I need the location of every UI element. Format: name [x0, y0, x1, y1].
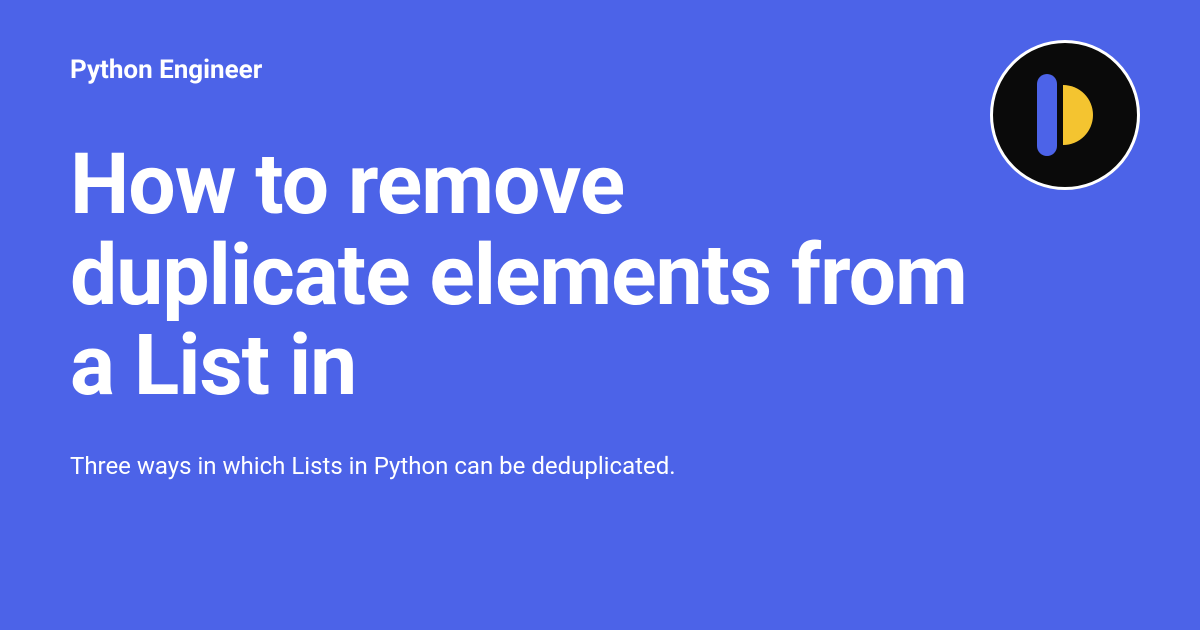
- logo-half-shape: [1063, 85, 1093, 145]
- subtitle: Three ways in which Lists in Python can …: [70, 452, 1130, 480]
- site-name: Python Engineer: [70, 55, 1130, 85]
- logo-bar-shape: [1037, 74, 1057, 156]
- logo-icon: [1037, 74, 1093, 156]
- logo-badge: [990, 40, 1140, 190]
- page-title: How to remove duplicate elements from a …: [70, 140, 970, 412]
